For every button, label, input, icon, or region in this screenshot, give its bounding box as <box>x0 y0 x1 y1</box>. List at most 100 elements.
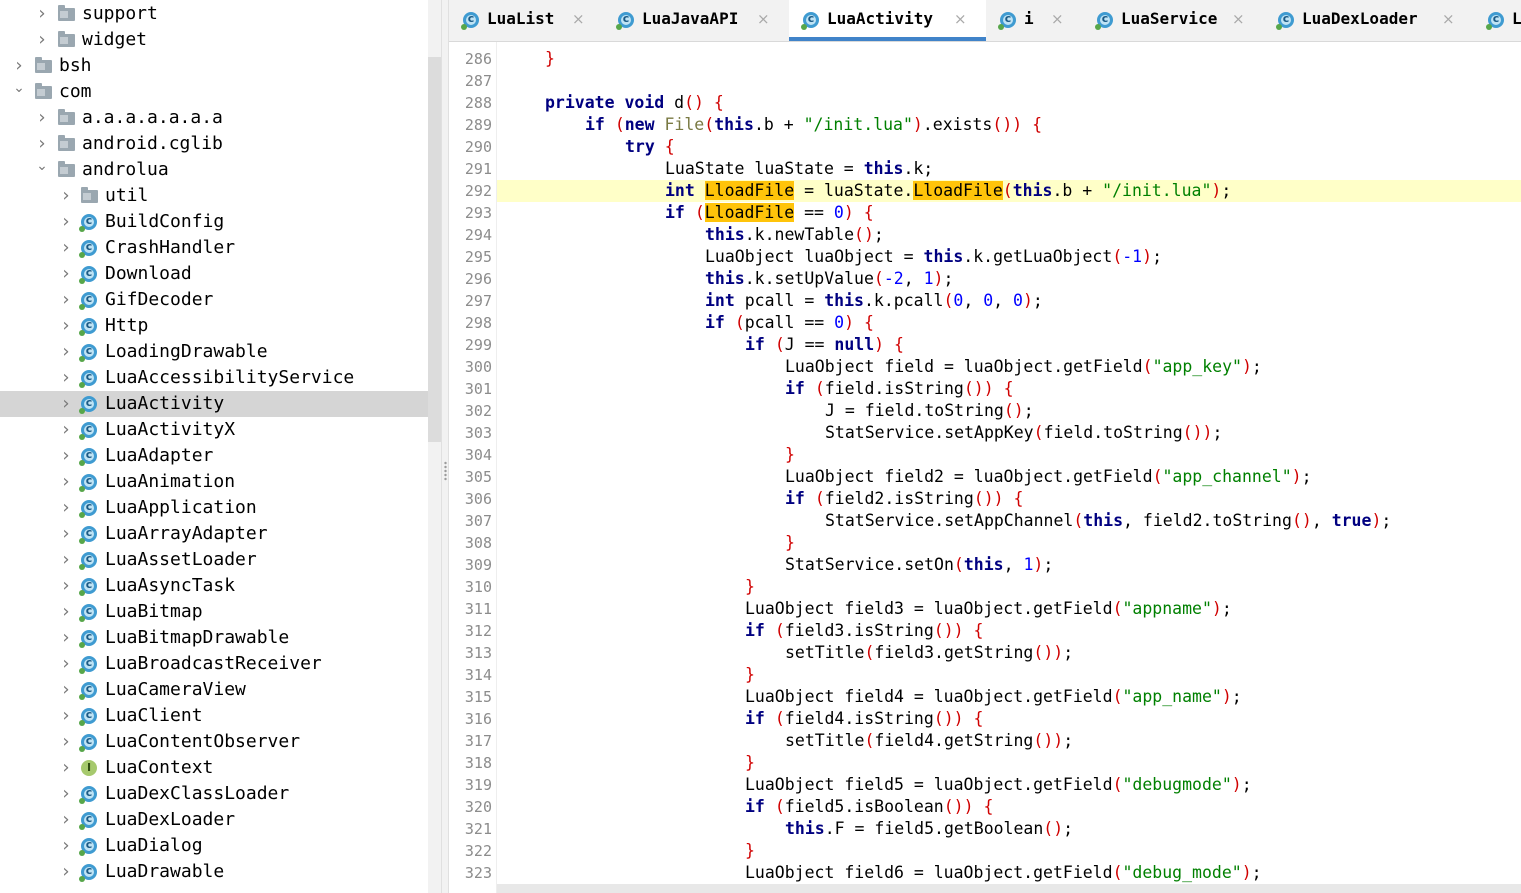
code-line[interactable]: this.F = field5.getBoolean(); <box>497 818 1521 840</box>
chevron-right-icon[interactable]: › <box>60 209 72 235</box>
panel-splitter[interactable] <box>441 0 449 893</box>
tree-scrollbar-thumb[interactable] <box>428 57 441 442</box>
code-line[interactable]: } <box>497 752 1521 774</box>
tree-item-bsh[interactable]: › bsh <box>0 53 428 79</box>
tree-item-http[interactable]: › Http <box>0 313 428 339</box>
code-line[interactable]: LuaObject field4 = luaObject.getField("a… <box>497 686 1521 708</box>
code-line[interactable]: if (field4.isString()) { <box>497 708 1521 730</box>
tree-item-luaasynctask[interactable]: › LuaAsyncTask <box>0 573 428 599</box>
code-line[interactable]: this.k.newTable(); <box>497 224 1521 246</box>
chevron-right-icon[interactable]: › <box>60 677 72 703</box>
chevron-right-icon[interactable]: › <box>60 859 72 885</box>
chevron-right-icon[interactable]: › <box>60 625 72 651</box>
chevron-down-icon[interactable]: ⌄ <box>36 157 48 183</box>
chevron-right-icon[interactable]: › <box>60 781 72 807</box>
chevron-right-icon[interactable]: › <box>60 261 72 287</box>
code-line[interactable]: if (pcall == 0) { <box>497 312 1521 334</box>
chevron-right-icon[interactable]: › <box>60 521 72 547</box>
tree-item-luadexloader[interactable]: › LuaDexLoader <box>0 807 428 833</box>
tree-item-luaadapter[interactable]: › LuaAdapter <box>0 443 428 469</box>
code-line[interactable]: if (field.isString()) { <box>497 378 1521 400</box>
code-line[interactable]: } <box>497 444 1521 466</box>
chevron-right-icon[interactable]: › <box>60 235 72 261</box>
chevron-right-icon[interactable]: › <box>36 105 48 131</box>
tree-item-support[interactable]: › support <box>0 1 428 27</box>
chevron-right-icon[interactable]: › <box>60 651 72 677</box>
close-tab-icon[interactable]: × <box>757 0 770 38</box>
code-line[interactable]: try { <box>497 136 1521 158</box>
code-line[interactable]: } <box>497 48 1521 70</box>
chevron-right-icon[interactable]: › <box>60 807 72 833</box>
code-line[interactable]: int LloadFile = luaState.LloadFile(this.… <box>497 180 1521 202</box>
tree-item-loadingdrawable[interactable]: › LoadingDrawable <box>0 339 428 365</box>
tab-luajavaapi[interactable]: LuaJavaAPI × <box>604 0 789 41</box>
chevron-right-icon[interactable]: › <box>36 1 48 27</box>
code-line[interactable]: int pcall = this.k.pcall(0, 0, 0); <box>497 290 1521 312</box>
close-tab-icon[interactable]: × <box>1442 0 1455 38</box>
code-line[interactable]: if (J == null) { <box>497 334 1521 356</box>
tab-luadexloader[interactable]: LuaDexLoader × <box>1264 0 1474 41</box>
chevron-right-icon[interactable]: › <box>60 469 72 495</box>
tree-item-luacameraview[interactable]: › LuaCameraView <box>0 677 428 703</box>
tree-item-luacontext[interactable]: › LuaContext <box>0 755 428 781</box>
tree-item-crashhandler[interactable]: › CrashHandler <box>0 235 428 261</box>
tree-item-buildconfig[interactable]: › BuildConfig <box>0 209 428 235</box>
chevron-right-icon[interactable]: › <box>60 287 72 313</box>
code-line[interactable]: this.k.setUpValue(-2, 1); <box>497 268 1521 290</box>
code-line[interactable]: LuaObject field5 = luaObject.getField("d… <box>497 774 1521 796</box>
tab-lu[interactable]: Lu <box>1474 0 1521 41</box>
code-line[interactable]: StatService.setAppChannel(this, field2.t… <box>497 510 1521 532</box>
tree-item-luaclient[interactable]: › LuaClient <box>0 703 428 729</box>
tree-item-luaassetloader[interactable]: › LuaAssetLoader <box>0 547 428 573</box>
tree-item-luaactivityx[interactable]: › LuaActivityX <box>0 417 428 443</box>
chevron-down-icon[interactable]: ⌄ <box>13 79 25 105</box>
close-tab-icon[interactable]: × <box>1051 0 1064 38</box>
tree-item-luaarrayadapter[interactable]: › LuaArrayAdapter <box>0 521 428 547</box>
tree-item-download[interactable]: › Download <box>0 261 428 287</box>
chevron-right-icon[interactable]: › <box>60 391 72 417</box>
code-line[interactable]: if (field5.isBoolean()) { <box>497 796 1521 818</box>
code-line[interactable]: if (new File(this.b + "/init.lua").exist… <box>497 114 1521 136</box>
close-tab-icon[interactable]: × <box>954 0 967 38</box>
close-tab-icon[interactable]: × <box>572 0 585 38</box>
close-tab-icon[interactable]: × <box>1232 0 1245 38</box>
code-line[interactable]: } <box>497 576 1521 598</box>
code-line[interactable]: setTitle(field3.getString()); <box>497 642 1521 664</box>
tree-item-luaapplication[interactable]: › LuaApplication <box>0 495 428 521</box>
code-line[interactable]: LuaObject luaObject = this.k.getLuaObjec… <box>497 246 1521 268</box>
code-line[interactable]: if (LloadFile == 0) { <box>497 202 1521 224</box>
chevron-right-icon[interactable]: › <box>60 599 72 625</box>
tree-item-luadexclassloader[interactable]: › LuaDexClassLoader <box>0 781 428 807</box>
code-line[interactable]: J = field.toString(); <box>497 400 1521 422</box>
tree-item-luadialog[interactable]: › LuaDialog <box>0 833 428 859</box>
tree-item-luabitmap[interactable]: › LuaBitmap <box>0 599 428 625</box>
code-line[interactable]: if (field3.isString()) { <box>497 620 1521 642</box>
tab-luaactivity[interactable]: LuaActivity × <box>789 0 986 41</box>
chevron-right-icon[interactable]: › <box>60 703 72 729</box>
code-line[interactable]: LuaObject field6 = luaObject.getField("d… <box>497 862 1521 884</box>
code-line[interactable]: LuaObject field3 = luaObject.getField("a… <box>497 598 1521 620</box>
code-line[interactable] <box>497 70 1521 92</box>
tree-item-android-cglib[interactable]: › android.cglib <box>0 131 428 157</box>
chevron-right-icon[interactable]: › <box>60 313 72 339</box>
tree-item-luaaccessibilityservice[interactable]: › LuaAccessibilityService <box>0 365 428 391</box>
code-line[interactable]: } <box>497 664 1521 686</box>
tree-item-luaanimation[interactable]: › LuaAnimation <box>0 469 428 495</box>
code-line[interactable]: private void d() { <box>497 92 1521 114</box>
code-line[interactable]: StatService.setOn(this, 1); <box>497 554 1521 576</box>
chevron-right-icon[interactable]: › <box>60 183 72 209</box>
tab-i[interactable]: i× <box>986 0 1083 41</box>
chevron-right-icon[interactable]: › <box>60 495 72 521</box>
chevron-right-icon[interactable]: › <box>60 365 72 391</box>
tree-item-luabitmapdrawable[interactable]: › LuaBitmapDrawable <box>0 625 428 651</box>
tree-item-luaactivity[interactable]: › LuaActivity <box>0 391 428 417</box>
chevron-right-icon[interactable]: › <box>60 547 72 573</box>
tree-item-androlua[interactable]: ⌄ androlua <box>0 157 428 183</box>
code-line[interactable]: LuaObject field = luaObject.getField("ap… <box>497 356 1521 378</box>
code-line[interactable]: LuaState luaState = this.k; <box>497 158 1521 180</box>
chevron-right-icon[interactable]: › <box>13 53 25 79</box>
code-line[interactable]: setTitle(field4.getString()); <box>497 730 1521 752</box>
chevron-right-icon[interactable]: › <box>60 729 72 755</box>
editor-horizontal-scrollbar[interactable] <box>497 884 1521 893</box>
tree-item-luabroadcastreceiver[interactable]: › LuaBroadcastReceiver <box>0 651 428 677</box>
